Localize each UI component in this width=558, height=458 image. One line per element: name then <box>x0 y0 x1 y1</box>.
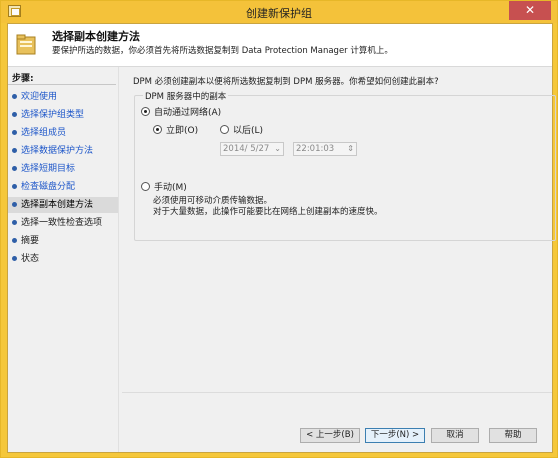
date-picker[interactable]: 2014/ 5/27 ⌄ <box>220 142 284 156</box>
sidebar-divider <box>8 84 116 85</box>
close-button[interactable]: ✕ <box>509 1 551 20</box>
auto-network-radio[interactable] <box>141 107 150 116</box>
step-label: 选择组成员 <box>21 128 67 138</box>
page-subtitle: 要保护所选的数据，你必须首先将所选数据复制到 Data Protection M… <box>52 46 393 56</box>
question-text: DPM 必须创建副本以便将所选数据复制到 DPM 服务器。你希望如何创建此副本? <box>133 77 439 87</box>
now-radio[interactable] <box>153 125 162 134</box>
groupbox-legend: DPM 服务器中的副本 <box>143 90 229 102</box>
page-title: 选择副本创建方法 <box>52 30 140 43</box>
step-label: 选择短期目标 <box>21 164 76 174</box>
wizard-window: 创建新保护组 ✕ 选择副本创建方法 要保护所选的数据，你必须首先将所选数据复制到… <box>0 0 558 458</box>
later-label: 以后(L) <box>233 126 264 136</box>
step-bullet-icon <box>12 112 17 117</box>
folder-icon <box>16 34 36 55</box>
auto-network-label: 自动通过网络(A) <box>154 108 222 118</box>
close-icon: ✕ <box>524 3 536 17</box>
steps-title: 步骤: <box>12 74 34 84</box>
step-bullet-icon <box>12 148 17 153</box>
step-label: 选择保护组类型 <box>21 110 85 120</box>
step-short-term-goals[interactable]: 选择短期目标 <box>8 161 118 177</box>
later-radio[interactable] <box>220 125 229 134</box>
step-group-type[interactable]: 选择保护组类型 <box>8 107 118 123</box>
step-bullet-icon <box>12 220 17 225</box>
step-disk-allocation[interactable]: 检查磁盘分配 <box>8 179 118 195</box>
step-label: 选择副本创建方法 <box>21 200 94 210</box>
main-content: DPM 必须创建副本以便将所选数据复制到 DPM 服务器。你希望如何创建此副本?… <box>122 67 556 452</box>
date-value: 2014/ 5/27 <box>223 144 270 154</box>
step-welcome[interactable]: 欢迎使用 <box>8 89 118 105</box>
step-bullet-icon <box>12 184 17 189</box>
window-title: 创建新保护组 <box>246 7 312 20</box>
step-bullet-icon <box>12 94 17 99</box>
steps-sidebar: 步骤: 欢迎使用 选择保护组类型 选择组成员 选择数据保护方法 选择短期目标 检… <box>8 67 119 452</box>
step-label: 检查磁盘分配 <box>21 182 76 192</box>
step-bullet-icon <box>12 130 17 135</box>
step-replica-creation[interactable]: 选择副本创建方法 <box>8 197 118 213</box>
step-status: 状态 <box>8 251 118 267</box>
time-picker[interactable]: 22:01:03 ⇕ <box>293 142 357 156</box>
step-label: 欢迎使用 <box>21 92 58 102</box>
client-area: 选择副本创建方法 要保护所选的数据，你必须首先将所选数据复制到 Data Pro… <box>7 23 556 453</box>
back-button[interactable]: < 上一步(B) <box>300 428 360 443</box>
step-label: 摘要 <box>21 236 40 246</box>
manual-radio[interactable] <box>141 182 150 191</box>
step-protection-method[interactable]: 选择数据保护方法 <box>8 143 118 159</box>
step-label: 选择一致性检查选项 <box>21 218 103 228</box>
manual-description: 必须使用可移动介质传输数据。 对于大量数据，此操作可能要比在网络上创建副本的速度… <box>153 196 383 218</box>
step-bullet-icon <box>12 166 17 171</box>
step-group-members[interactable]: 选择组成员 <box>8 125 118 141</box>
manual-label: 手动(M) <box>154 183 187 193</box>
step-bullet-icon <box>12 238 17 243</box>
cancel-button[interactable]: 取消 <box>431 428 479 443</box>
chevron-down-icon: ⌄ <box>274 144 281 153</box>
step-summary: 摘要 <box>8 233 118 249</box>
help-button[interactable]: 帮助 <box>489 428 537 443</box>
manual-desc-line-1: 必须使用可移动介质传输数据。 <box>153 196 273 206</box>
title-bar[interactable]: 创建新保护组 ✕ <box>1 1 557 23</box>
step-label: 选择数据保护方法 <box>21 146 94 156</box>
step-consistency-check: 选择一致性检查选项 <box>8 215 118 231</box>
manual-desc-line-2: 对于大量数据，此操作可能要比在网络上创建副本的速度快。 <box>153 207 383 217</box>
time-value: 22:01:03 <box>296 144 335 154</box>
spinner-icon: ⇕ <box>347 144 354 153</box>
replica-groupbox: DPM 服务器中的副本 自动通过网络(A) 立即(O) 以后(L) 2014/ … <box>134 90 556 241</box>
step-bullet-icon <box>12 256 17 261</box>
now-label: 立即(O) <box>166 126 199 136</box>
step-label: 状态 <box>21 254 40 264</box>
next-button[interactable]: 下一步(N) > <box>365 428 425 443</box>
footer-divider <box>122 392 552 393</box>
step-bullet-icon <box>12 202 17 207</box>
page-header: 选择副本创建方法 要保护所选的数据，你必须首先将所选数据复制到 Data Pro… <box>8 24 552 67</box>
